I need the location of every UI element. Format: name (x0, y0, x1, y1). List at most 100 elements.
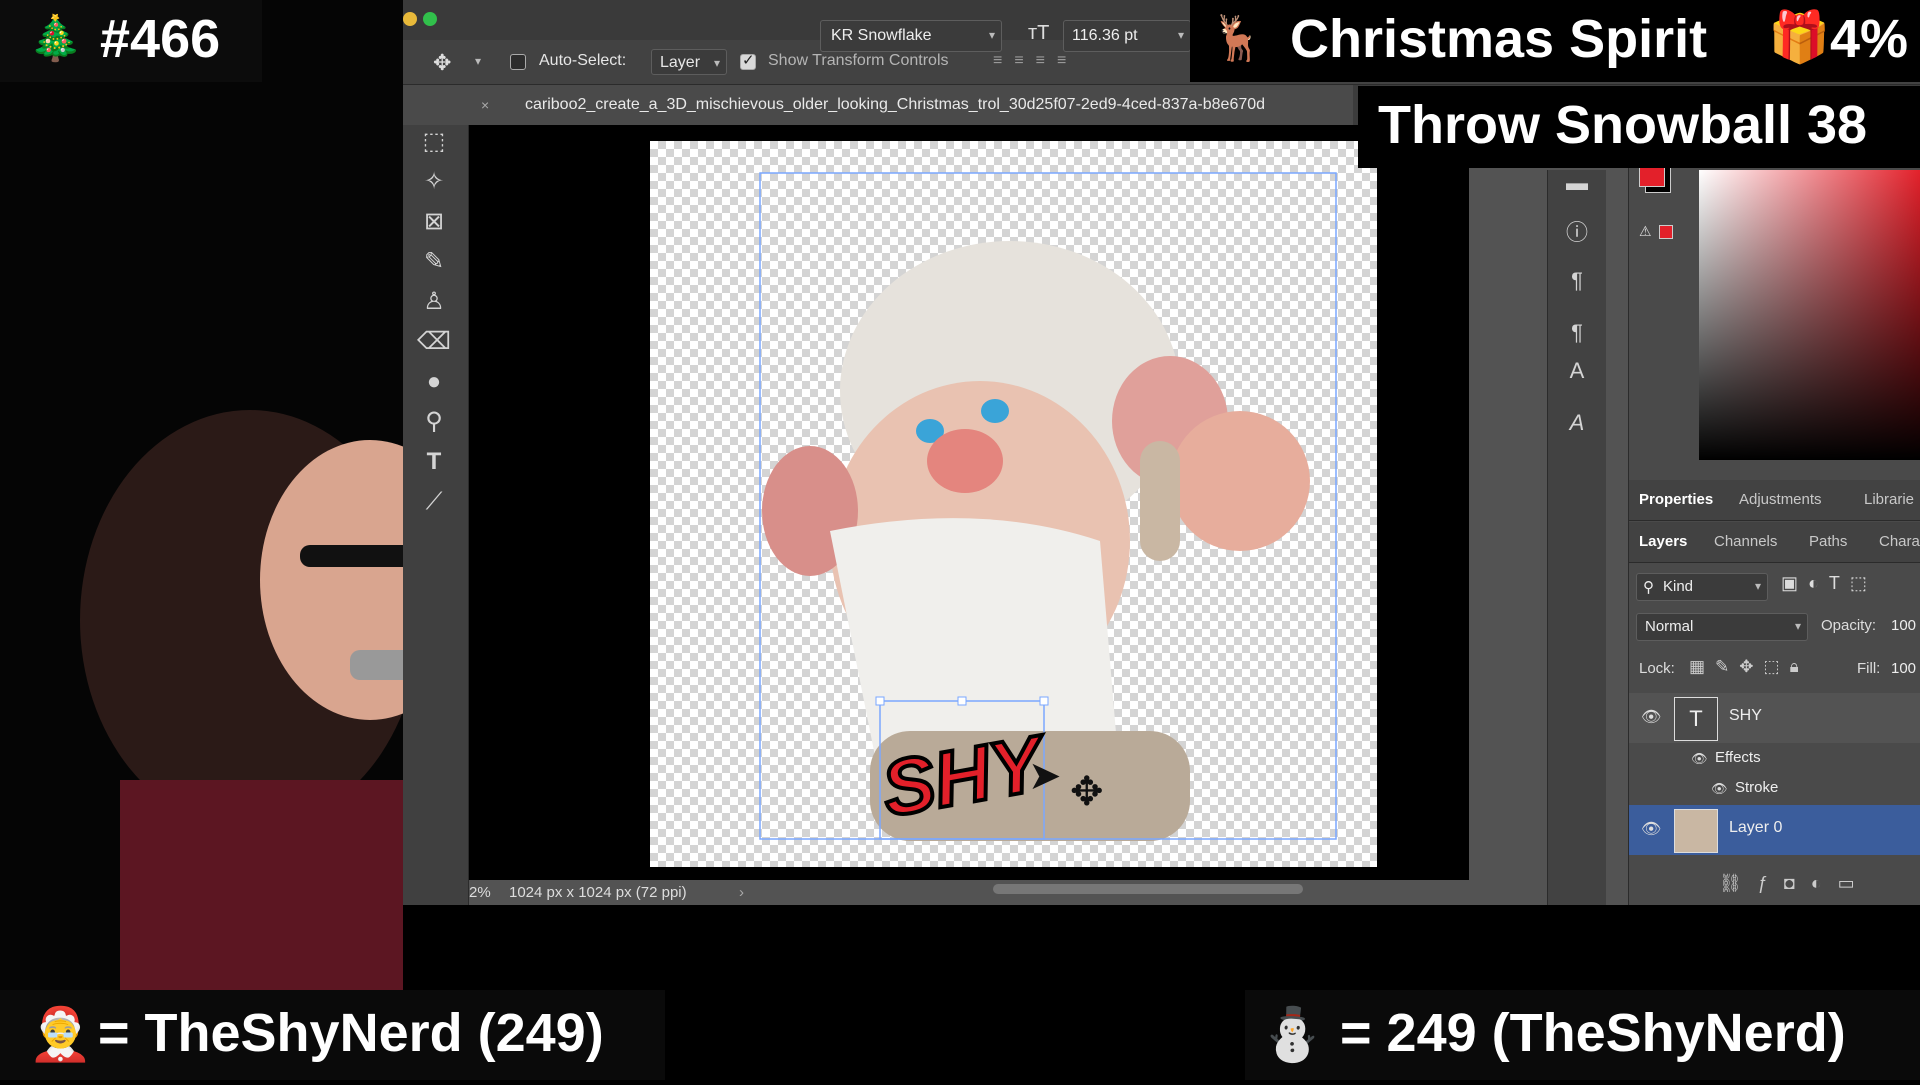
gamut-warning-icon: ⚠ (1639, 223, 1652, 239)
search-icon: ⚲ (1643, 579, 1654, 596)
properties-tabs: Properties Adjustments Librarie (1629, 480, 1920, 521)
layer-name: SHY (1729, 707, 1762, 724)
dodge-tool-icon[interactable]: ⚲ (417, 405, 451, 439)
close-tab-icon[interactable]: × (481, 85, 489, 125)
show-transform-label: Show Transform Controls (768, 52, 949, 69)
christmas-tree-icon: 🎄 (28, 14, 83, 63)
text-layer-thumbnail-icon: T (1674, 697, 1718, 741)
chevron-down-icon: ▾ (1794, 619, 1801, 633)
layer-filter-icons[interactable]: ▣◐T⬚ (1781, 573, 1877, 594)
santa-icon: 🤶 (28, 1006, 93, 1064)
layer-row-layer-0[interactable]: 👁︎ Layer 0 (1629, 805, 1920, 855)
opacity-value[interactable]: 100 (1891, 617, 1916, 634)
tab-libraries[interactable]: Librarie (1864, 480, 1914, 520)
tab-layers[interactable]: Layers (1639, 522, 1687, 562)
path-selection-tool-icon[interactable]: ⟋ (417, 485, 451, 519)
font-family-value: KR Snowflake (831, 27, 932, 44)
blend-mode-dropdown[interactable]: Normal ▾ (1636, 613, 1808, 641)
visibility-eye-icon[interactable]: 👁︎ (1641, 707, 1661, 727)
zoom-level[interactable]: 2% (469, 880, 491, 905)
auto-select-value: Layer (660, 54, 701, 71)
effects-eye-icon[interactable]: 👁︎ (1691, 751, 1708, 767)
blend-mode-value: Normal (1645, 618, 1694, 635)
layer-effects-row[interactable]: 👁︎ Effects (1629, 743, 1920, 775)
webcam-feed (0, 0, 480, 1080)
panel-icon-strip: ▬ ⓘ ¶ ¶ A A (1547, 170, 1606, 905)
lock-icons[interactable]: ▦✎✥⬚🔒︎ (1689, 657, 1809, 677)
rectangular-marquee-tool-icon[interactable]: ⬚ (417, 125, 451, 159)
horizontal-scrollbar[interactable] (993, 884, 1303, 894)
lock-label: Lock: (1639, 660, 1675, 677)
paragraph-icon[interactable]: ¶ (1562, 268, 1592, 298)
font-family-dropdown[interactable]: KR Snowflake ▾ (820, 20, 1002, 52)
layer-row-shy[interactable]: 👁︎ T SHY (1629, 693, 1920, 743)
document-canvas[interactable]: SHY ➤ ✥ (650, 141, 1377, 867)
type-tool-icon[interactable]: T (417, 445, 451, 479)
layer-stroke-row[interactable]: 👁︎ Stroke (1629, 773, 1920, 805)
counter-text: #466 (100, 9, 221, 69)
tab-paths[interactable]: Paths (1809, 522, 1847, 562)
paragraph-styles-icon[interactable]: ¶ (1562, 320, 1592, 350)
image-layer-thumbnail (1674, 809, 1718, 853)
info-icon[interactable]: ⓘ (1562, 215, 1592, 245)
show-transform-checkbox[interactable] (740, 51, 756, 70)
tab-properties[interactable]: Properties (1639, 480, 1713, 520)
maximize-button[interactable] (423, 12, 437, 26)
chevron-down-icon: ▾ (988, 28, 995, 42)
healing-brush-tool-icon[interactable]: ✎ (417, 245, 451, 279)
magic-wand-tool-icon[interactable]: ✧ (417, 165, 451, 199)
document-tab[interactable]: × cariboo2_create_a_3D_mischievous_older… (403, 85, 1353, 125)
counter-overlay: 🎄 #466 (0, 0, 262, 82)
goal-name: Christmas Spirit (1290, 9, 1708, 69)
status-chevron-icon[interactable]: › (739, 880, 744, 905)
tab-channels[interactable]: Channels (1714, 522, 1777, 562)
stroke-label: Stroke (1735, 779, 1779, 796)
auto-select-dropdown[interactable]: Layer ▾ (651, 49, 727, 75)
eraser-tool-icon[interactable]: ⌫ (417, 325, 451, 359)
canvas-area[interactable]: SHY ➤ ✥ (469, 125, 1469, 880)
comments-icon[interactable]: ▬ (1562, 170, 1592, 200)
tab-adjustments[interactable]: Adjustments (1739, 480, 1822, 520)
fill-label: Fill: (1857, 660, 1881, 677)
auto-select-label: Auto-Select: (539, 52, 627, 69)
character-styles-icon[interactable]: A (1562, 358, 1592, 388)
align-buttons-group[interactable]: ≡≡≡≡ (993, 52, 1183, 72)
reindeer-icon: 🦌 (1210, 14, 1265, 63)
goal-percent: 4% (1830, 9, 1909, 69)
layer-filter-dropdown[interactable]: ⚲ Kind ▾ (1636, 573, 1768, 601)
layer-filter-value: Kind (1663, 578, 1694, 595)
leader-left-text: = TheShyNerd (249) (98, 1003, 604, 1063)
frame-tool-icon[interactable]: ⊠ (417, 205, 451, 239)
move-cursor-icon: ✥ (1070, 770, 1104, 814)
snowball-label: Throw Snowball 38 (1378, 95, 1868, 155)
streamer-silhouette (0, 0, 480, 1080)
chevron-down-icon: ▾ (1754, 579, 1761, 593)
status-bar: 2% 1024 px x 1024 px (72 ppi) › (469, 880, 1469, 905)
font-size-dropdown[interactable]: 116.36 pt ▾ (1063, 20, 1191, 52)
chevron-down-icon: ▾ (1177, 28, 1184, 42)
right-panels: ⚠ Properties Adjustments Librarie Layers… (1628, 125, 1920, 905)
clone-stamp-tool-icon[interactable]: ♙ (417, 285, 451, 319)
move-tool-icon[interactable]: ✥ (433, 50, 451, 76)
stroke-eye-icon[interactable]: 👁︎ (1711, 781, 1728, 797)
auto-select-checkbox[interactable] (510, 54, 526, 70)
fill-value[interactable]: 100 (1891, 660, 1916, 677)
document-tab-title: cariboo2_create_a_3D_mischievous_older_l… (525, 96, 1266, 113)
snowman-icon: ⛄ (1260, 1006, 1325, 1064)
leader-left-overlay: 🤶 = TheShyNerd (249) (0, 990, 665, 1080)
minimize-button[interactable] (403, 12, 417, 26)
color-picker-field[interactable] (1699, 170, 1920, 460)
layers-tabs: Layers Channels Paths Chara (1629, 522, 1920, 563)
glyphs-icon[interactable]: A (1562, 410, 1592, 440)
tab-character[interactable]: Chara (1879, 522, 1920, 562)
gamut-swatch[interactable] (1659, 225, 1673, 239)
tool-preset-chevron-icon[interactable]: ▾ (475, 54, 481, 68)
align-icons: ≡≡≡≡ (993, 52, 1079, 69)
tools-panel: ⬚ ✧ ⊠ ✎ ♙ ⌫ ● ⚲ T ⟋ (403, 125, 469, 905)
layer-name: Layer 0 (1729, 819, 1783, 836)
blur-tool-icon[interactable]: ● (417, 365, 451, 399)
layers-footer-icons[interactable]: ⛓ƒ◘◐▭ (1719, 873, 1871, 894)
visibility-eye-icon[interactable]: 👁︎ (1641, 819, 1661, 839)
font-size-value: 116.36 pt (1072, 27, 1138, 44)
effects-label: Effects (1715, 749, 1761, 766)
